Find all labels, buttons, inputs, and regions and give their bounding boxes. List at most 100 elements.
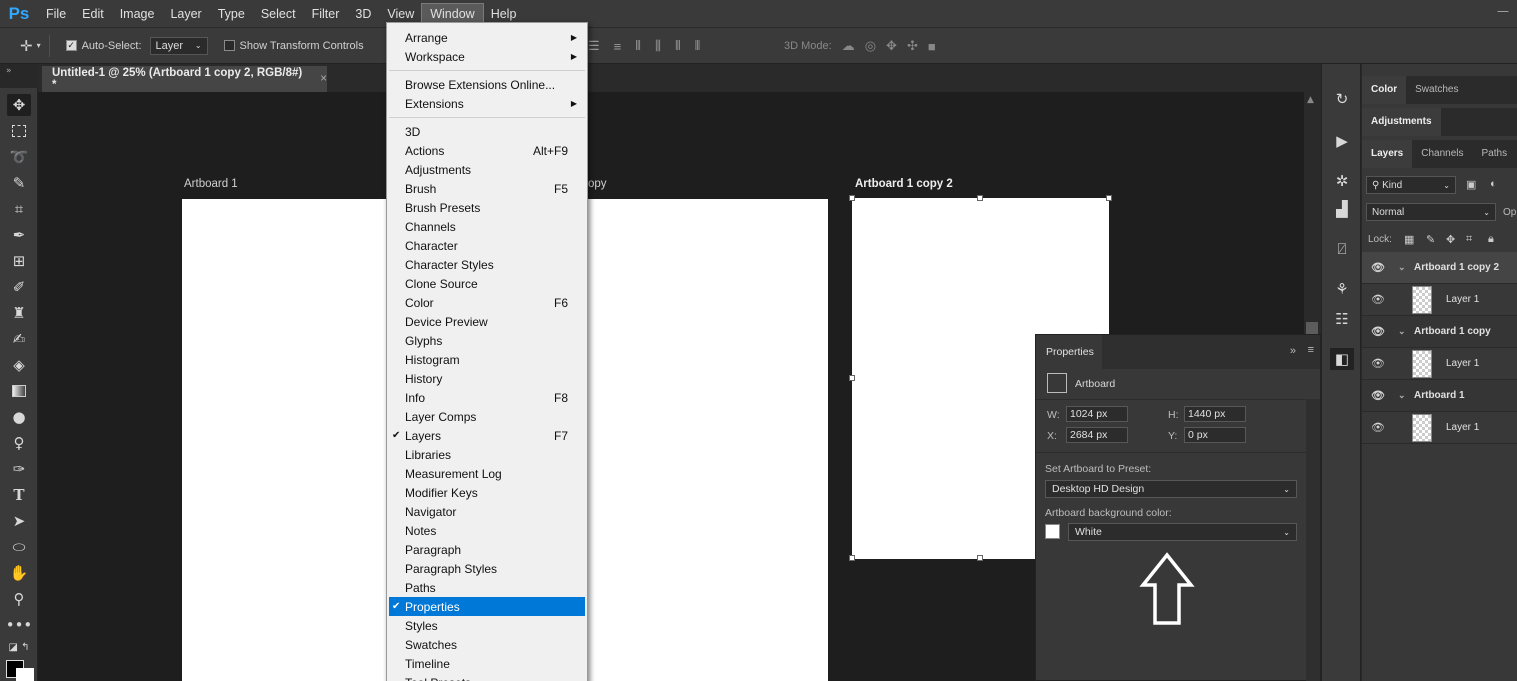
menu-item-layers[interactable]: ✔ Layers F7 [389,426,585,445]
lock-transparent-icon[interactable]: ▦ [1404,233,1414,246]
tab-swatches[interactable]: Swatches [1406,76,1467,104]
menu-item-timeline[interactable]: Timeline [389,654,585,673]
menu-item-info[interactable]: Info F8 [389,388,585,407]
layer-row[interactable]: 👁︎ Layer 1 [1362,348,1517,380]
menu-item-paths[interactable]: Paths [389,578,585,597]
lock-artboard-icon[interactable]: ⌗ [1466,233,1472,246]
distribute-hcenter-icon[interactable]: ⫼ [655,38,661,54]
expand-chevron-icon[interactable]: ⌄ [1398,262,1406,273]
lasso-tool-icon[interactable]: ➰ [7,146,31,168]
brush-presets-icon[interactable]: ⚘ [1330,278,1354,300]
show-transform-checkbox[interactable]: Show Transform Controls [223,40,364,52]
menu-3d[interactable]: 3D [347,0,379,28]
auto-select-checkbox[interactable]: ✓ Auto-Select: [65,40,142,52]
visibility-eye-icon[interactable]: 👁︎ [1371,389,1385,402]
align-bottom-icon[interactable]: ≡ [614,39,622,54]
lock-image-icon[interactable]: ✎ [1426,233,1435,246]
artboard-row[interactable]: 👁︎ ⌄ Artboard 1 copy [1362,316,1517,348]
auto-select-target-dropdown[interactable]: Layer ⌄ [149,36,208,55]
distribute-left-icon[interactable]: ⦀ [635,38,641,54]
visibility-eye-icon[interactable]: 👁︎ [1371,357,1385,370]
preset-dropdown[interactable]: Desktop HD Design ⌄ [1045,480,1297,498]
expand-chevron-icon[interactable]: ⌄ [1398,390,1406,401]
menu-item-paragraph-styles[interactable]: Paragraph Styles [389,559,585,578]
visibility-eye-icon[interactable]: 👁︎ [1371,421,1385,434]
align-vcenter-icon[interactable]: ☰ [588,38,600,54]
menu-item-browse-extensions-online[interactable]: Browse Extensions Online... [389,75,585,94]
path-selection-tool-icon[interactable]: ➤ [7,510,31,532]
menu-layer[interactable]: Layer [162,0,209,28]
menu-type[interactable]: Type [210,0,253,28]
x-field[interactable]: 2684 px [1066,427,1128,443]
menu-item-histogram[interactable]: Histogram [389,350,585,369]
3d-orbit-icon[interactable]: ☁ [842,38,855,54]
blend-mode-dropdown[interactable]: Normal ⌄ [1366,203,1496,221]
menu-filter[interactable]: Filter [304,0,348,28]
distribute-right-icon[interactable]: ⦀ [675,38,681,54]
tab-channels[interactable]: Channels [1412,140,1472,168]
brush-tool-icon[interactable]: ✐ [7,276,31,298]
menu-item-arrange[interactable]: Arrange ▶ [389,28,585,47]
close-tab-icon[interactable]: × [320,73,327,85]
adjustments-sliders-icon[interactable]: ☷ [1330,308,1354,330]
eyedropper-tool-icon[interactable]: ✒ [7,224,31,246]
menu-item-modifier-keys[interactable]: Modifier Keys [389,483,585,502]
tab-layers[interactable]: Layers [1362,140,1413,168]
clone-stamp-tool-icon[interactable]: ♜ [7,302,31,324]
3d-camera-icon[interactable]: ■ [928,39,936,54]
more-tools-icon[interactable]: ••• [6,614,33,636]
3d-panel-icon[interactable]: ✲ [1330,170,1354,192]
layer-filter-dropdown[interactable]: ⚲ Kind ⌄ [1366,176,1456,194]
menu-item-3d[interactable]: 3D [389,122,585,141]
transform-handle[interactable] [849,555,855,561]
visibility-eye-icon[interactable]: 👁︎ [1371,261,1385,274]
transform-handle[interactable] [849,375,855,381]
hand-tool-icon[interactable]: ✋ [7,562,31,584]
auto-align-icon[interactable]: ⫴ [695,38,700,54]
type-tool-icon[interactable]: T [7,484,31,506]
menu-window[interactable]: Window [421,2,484,25]
minimize-icon[interactable]: — [1497,4,1509,18]
menu-item-tool-presets[interactable]: Tool Presets [389,673,585,681]
transform-handle[interactable] [977,195,983,201]
layer-row[interactable]: 👁︎ Layer 1 [1362,284,1517,316]
menu-item-extensions[interactable]: Extensions ▶ [389,94,585,113]
artboard-label[interactable]: Artboard 1 [184,178,238,190]
histogram-icon[interactable]: ▟ [1330,198,1354,220]
menu-item-paragraph[interactable]: Paragraph [389,540,585,559]
menu-item-character[interactable]: Character [389,236,585,255]
menu-item-brush-presets[interactable]: Brush Presets [389,198,585,217]
3d-roll-icon[interactable]: ◎ [865,38,876,54]
dodge-tool-icon[interactable]: ♀ [7,432,31,454]
menu-item-notes[interactable]: Notes [389,521,585,540]
menu-item-measurement-log[interactable]: Measurement Log [389,464,585,483]
marquee-tool-icon[interactable] [7,120,31,142]
menu-item-styles[interactable]: Styles [389,616,585,635]
tab-color[interactable]: Color [1362,76,1407,104]
scroll-up-icon[interactable]: ▲ [1307,95,1314,105]
menu-item-libraries[interactable]: Libraries [389,445,585,464]
transform-handle[interactable] [1106,195,1112,201]
width-field[interactable]: 1024 px [1066,406,1128,422]
menu-edit[interactable]: Edit [74,0,112,28]
eraser-tool-icon[interactable]: ◈ [7,354,31,376]
menu-item-adjustments[interactable]: Adjustments [389,160,585,179]
menu-file[interactable]: File [38,0,74,28]
visibility-eye-icon[interactable]: 👁︎ [1371,293,1385,306]
menu-item-actions[interactable]: Actions Alt+F9 [389,141,585,160]
tab-adjustments[interactable]: Adjustments [1362,108,1441,136]
actions-play-icon[interactable]: ▶ [1330,130,1354,152]
menu-item-swatches[interactable]: Swatches [389,635,585,654]
menu-item-layer-comps[interactable]: Layer Comps [389,407,585,426]
default-colors-icon[interactable]: ◪ ↰ [7,636,31,658]
scroll-thumb[interactable] [1306,322,1318,334]
properties-scrollbar[interactable] [1306,399,1320,681]
history-panel-icon[interactable]: ↻ [1330,88,1354,110]
ellipse-tool-icon[interactable]: ⬭ [7,536,31,558]
gradient-tool-icon[interactable] [7,380,31,402]
collapse-toolbar-icon[interactable]: » [6,66,12,76]
filter-image-icon[interactable]: ▣ [1466,178,1476,191]
artboard-row[interactable]: 👁︎ ⌄ Artboard 1 [1362,380,1517,412]
lock-position-icon[interactable]: ✥ [1446,233,1455,246]
y-field[interactable]: 0 px [1184,427,1246,443]
